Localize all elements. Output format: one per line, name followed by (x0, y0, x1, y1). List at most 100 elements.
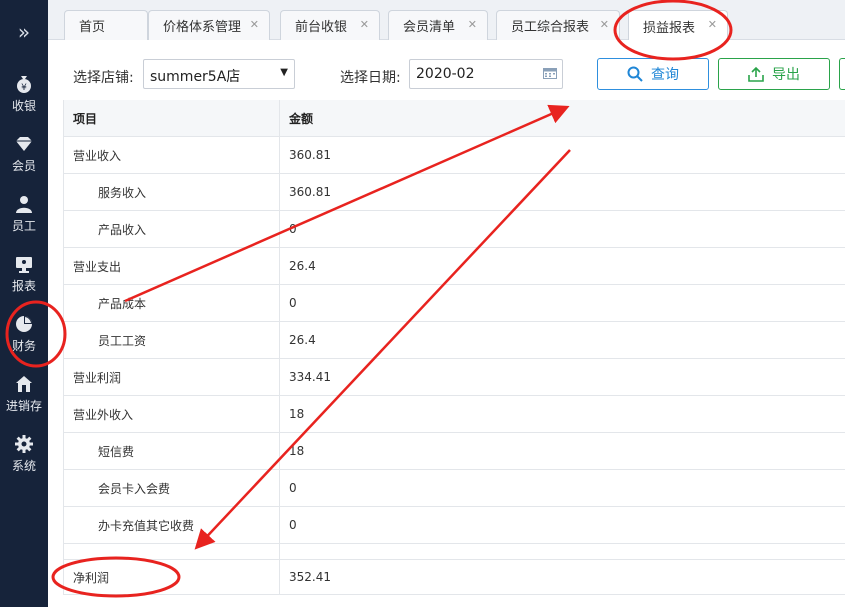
column-header-amount: 金额 (289, 111, 314, 126)
date-label: 选择日期: (340, 70, 401, 86)
caret-down-icon: ▼ (280, 67, 288, 78)
row-amount: 18 (289, 444, 305, 458)
tab-label: 前台收银 (295, 20, 348, 35)
table-row: 员工工资 26.4 (63, 322, 845, 359)
row-item: 营业外收入 (63, 396, 280, 432)
query-button-label: 查询 (651, 67, 679, 83)
monitor-icon (14, 254, 34, 274)
row-item: 员工工资 (63, 322, 280, 358)
row-item: 净利润 (63, 560, 280, 594)
row-item: 产品收入 (63, 211, 280, 247)
table-row: 净利润 352.41 (63, 560, 845, 595)
sidebar-item-report[interactable]: 报表 (0, 244, 48, 304)
filter-toolbar: 选择店铺: summer5A店 ▼ 选择日期: 2020-02 查询 导出 (48, 40, 845, 100)
sidebar-item-label: 系统 (11, 459, 36, 473)
query-button[interactable]: 查询 (597, 58, 709, 90)
tab-staff-report[interactable]: 员工综合报表 ✕ (496, 10, 620, 40)
export-button[interactable]: 导出 (718, 58, 830, 90)
store-select[interactable]: summer5A店 ▼ (143, 59, 295, 89)
row-amount: 334.41 (289, 370, 331, 384)
row-amount: 0 (289, 222, 297, 236)
calendar-icon[interactable] (543, 67, 557, 79)
tab-profit-loss[interactable]: 损益报表 ✕ (628, 10, 728, 41)
export-button-label: 导出 (772, 67, 800, 83)
spacer-cell (63, 544, 280, 559)
store-select-value: summer5A店 (150, 69, 241, 85)
sidebar-toggle-button[interactable]: » (0, 0, 48, 64)
sidebar-item-label: 收银 (11, 99, 36, 113)
sidebar-item-member[interactable]: 会员 (0, 124, 48, 184)
sidebar-item-inventory[interactable]: 进销存 (0, 364, 48, 424)
sidebar-item-cashier[interactable]: ¥ 收银 (0, 64, 48, 124)
row-item: 短信费 (63, 433, 280, 469)
tab-label: 员工综合报表 (511, 20, 590, 35)
row-item: 营业支出 (63, 248, 280, 284)
table-row: 产品收入 0 (63, 211, 845, 248)
table-row: 营业外收入 18 (63, 396, 845, 433)
search-icon (627, 66, 643, 82)
tab-member-list[interactable]: 会员清单 ✕ (388, 10, 488, 40)
table-header-row: 项目 金额 (63, 100, 845, 137)
yen-bag-icon: ¥ (14, 74, 34, 94)
sidebar-item-label: 员工 (11, 219, 36, 233)
sidebar-item-system[interactable]: 系统 (0, 424, 48, 484)
tab-home[interactable]: 首页 (64, 10, 148, 40)
row-item: 办卡充值其它收费 (63, 507, 280, 543)
sidebar: » ¥ 收银 会员 员工 报表 财务 进销存 系统 (0, 0, 48, 607)
row-item: 营业利润 (63, 359, 280, 395)
tab-label: 价格体系管理 (163, 20, 242, 35)
close-icon[interactable]: ✕ (250, 18, 259, 31)
profit-loss-table: 项目 金额 营业收入 360.81 服务收入 360.81 产品收入 0 营业支… (63, 100, 845, 595)
close-icon[interactable]: ✕ (708, 18, 717, 31)
tab-label: 损益报表 (643, 20, 696, 36)
sidebar-item-label: 会员 (11, 159, 36, 173)
spacer-cell (280, 544, 845, 559)
table-row: 营业支出 26.4 (63, 248, 845, 285)
tab-bar: 首页 价格体系管理 ✕ 前台收银 ✕ 会员清单 ✕ 员工综合报表 ✕ 损益报表 … (48, 0, 845, 41)
tab-price-system[interactable]: 价格体系管理 ✕ (148, 10, 270, 40)
table-spacer-row (63, 544, 845, 560)
row-amount: 26.4 (289, 333, 316, 347)
row-amount: 26.4 (289, 259, 316, 273)
sidebar-item-label: 报表 (11, 279, 36, 293)
svg-text:¥: ¥ (21, 83, 27, 93)
tab-label: 会员清单 (403, 20, 456, 35)
person-icon (14, 194, 34, 214)
row-amount: 360.81 (289, 185, 331, 199)
close-icon[interactable]: ✕ (468, 18, 477, 31)
store-label: 选择店铺: (73, 70, 134, 86)
row-item: 营业收入 (63, 137, 280, 173)
sidebar-item-staff[interactable]: 员工 (0, 184, 48, 244)
table-row: 办卡充值其它收费 0 (63, 507, 845, 544)
sidebar-item-label: 财务 (11, 339, 36, 353)
upload-icon (748, 66, 764, 82)
double-chevron-right-icon: » (17, 20, 31, 44)
row-amount: 0 (289, 518, 297, 532)
date-input-value: 2020-02 (416, 66, 475, 82)
row-amount: 18 (289, 407, 305, 421)
column-header-item: 项目 (63, 100, 280, 136)
row-amount: 0 (289, 481, 297, 495)
table-row: 营业收入 360.81 (63, 137, 845, 174)
close-icon[interactable]: ✕ (600, 18, 609, 31)
table-row: 短信费 18 (63, 433, 845, 470)
diamond-icon (14, 134, 34, 154)
row-item: 服务收入 (63, 174, 280, 210)
table-row: 营业利润 334.41 (63, 359, 845, 396)
table-row: 产品成本 0 (63, 285, 845, 322)
table-row: 会员卡入会费 0 (63, 470, 845, 507)
tab-label: 首页 (79, 20, 106, 35)
row-amount: 360.81 (289, 148, 331, 162)
sidebar-item-label: 进销存 (5, 399, 42, 413)
row-amount: 0 (289, 296, 297, 310)
house-icon (14, 374, 34, 394)
close-icon[interactable]: ✕ (360, 18, 369, 31)
row-amount: 352.41 (289, 570, 331, 584)
tab-front-cashier[interactable]: 前台收银 ✕ (280, 10, 380, 40)
table-row: 服务收入 360.81 (63, 174, 845, 211)
more-button[interactable] (839, 58, 845, 90)
sidebar-item-finance[interactable]: 财务 (0, 304, 48, 364)
pie-chart-icon (14, 314, 34, 334)
gear-icon (14, 434, 34, 454)
date-input[interactable]: 2020-02 (409, 59, 563, 89)
